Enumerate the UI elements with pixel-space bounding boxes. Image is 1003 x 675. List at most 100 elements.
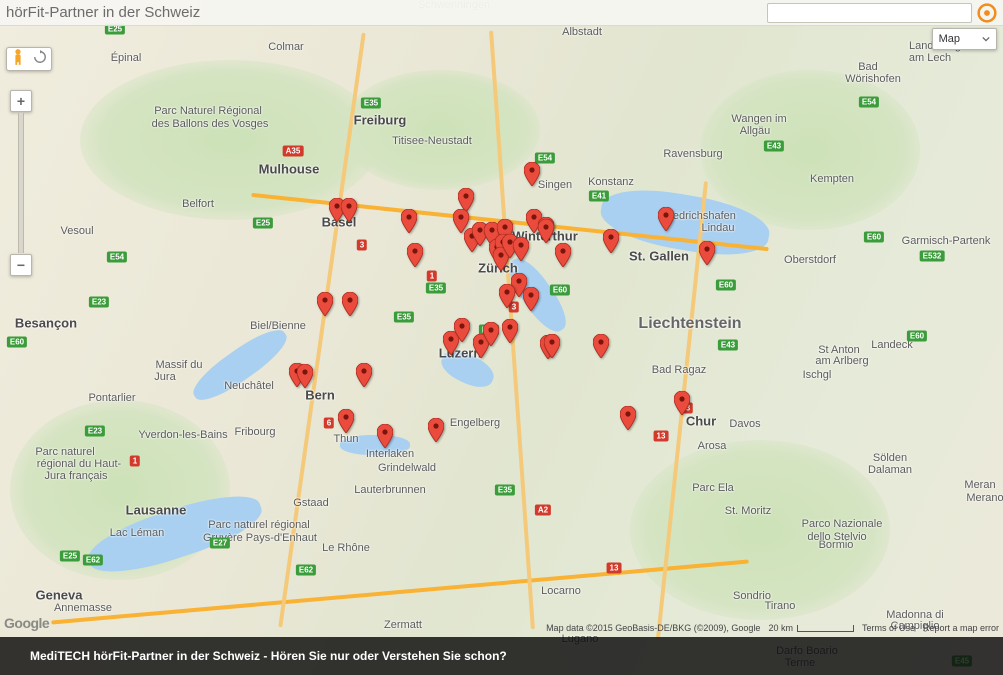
city-label: Lauterbrunnen [354,484,426,496]
map-marker[interactable] [620,406,636,430]
road-badge: E62 [83,555,103,566]
city-label: des Ballons des Vosges [152,118,269,130]
city-label: Mulhouse [259,162,320,177]
city-label: Bad Ragaz [652,364,706,376]
terms-link[interactable]: Terms of Use [862,623,915,633]
road-badge: 1 [427,271,437,282]
city-label: Meran [964,479,995,491]
city-label: Dalaman [868,464,912,476]
road-badge: E60 [907,331,927,342]
map-marker[interactable] [356,363,372,387]
city-label: Yverdon-les-Bains [138,429,227,441]
city-label: Vesoul [60,225,93,237]
city-label: St. Gallen [629,249,689,264]
map-marker[interactable] [342,292,358,316]
map-marker[interactable] [341,198,357,222]
zoom-slider[interactable] [18,113,24,253]
map-marker[interactable] [407,243,423,267]
map-marker[interactable] [317,292,333,316]
map-marker[interactable] [377,424,393,448]
road-badge: E62 [296,565,316,576]
chevron-down-icon [982,35,990,43]
map-marker[interactable] [401,209,417,233]
rotate-icon[interactable] [33,50,47,69]
road-badge: E60 [716,280,736,291]
map-marker[interactable] [555,243,571,267]
city-label: Fribourg [235,426,276,438]
zoom-out-button[interactable]: − [10,254,32,276]
brand-logo-icon[interactable] [977,3,997,23]
city-label: Wangen im [731,113,786,125]
city-label: Ravensburg [663,148,722,160]
city-label: Sölden [873,452,907,464]
city-label: Merano [966,492,1003,504]
city-label: am Arlberg [815,355,868,367]
city-label: Tirano [765,600,796,612]
city-label: Garmisch-Partenk [902,235,991,247]
city-label: Parco Nazionale [802,518,883,530]
city-label: Davos [729,418,760,430]
road-badge: E60 [7,337,27,348]
map-marker[interactable] [538,219,554,243]
city-label: Konstanz [588,176,634,188]
city-label: St. Moritz [725,505,771,517]
city-label: Titisee-Neustadt [392,135,472,147]
map-marker[interactable] [454,318,470,342]
map-marker[interactable] [502,319,518,343]
city-label: Annemasse [54,602,112,614]
city-label: Parc naturel régional [208,519,310,531]
map-marker[interactable] [428,418,444,442]
road-badge: 13 [607,563,622,574]
map-marker[interactable] [593,334,609,358]
city-label: Interlaken [366,448,414,460]
map-marker[interactable] [524,162,540,186]
footer-text: MediTECH hörFit-Partner in der Schweiz -… [30,649,507,663]
road-badge: E54 [107,252,127,263]
city-label: Albstadt [562,26,602,38]
city-label: Gstaad [293,497,328,509]
city-label: Belfort [182,198,214,210]
city-label: Pontarlier [88,392,135,404]
map-marker[interactable] [297,364,313,388]
road-badge: E35 [394,312,414,323]
city-label: Neuchâtel [224,380,274,392]
city-label: Bad [858,61,878,73]
map-marker[interactable] [513,237,529,261]
city-label: Parc naturel [35,446,94,458]
city-label: Locarno [541,585,581,597]
map-marker[interactable] [544,334,560,358]
zoom-in-button[interactable]: + [10,90,32,112]
road-badge: 6 [324,418,334,429]
road-badge: E54 [859,97,879,108]
city-label: Freiburg [354,113,407,128]
city-label: Parc Naturel Régional [154,105,262,117]
footer-bar: MediTECH hörFit-Partner in der Schweiz -… [0,637,1003,675]
scale-bar-icon [797,625,854,632]
city-label: Thun [333,433,358,445]
city-label: Arosa [698,440,727,452]
road-badge: E35 [361,98,381,109]
map-marker[interactable] [658,207,674,231]
city-label: Épinal [111,52,142,64]
search-input[interactable] [767,3,972,23]
map-marker[interactable] [499,284,515,308]
city-label: Biel/Bienne [250,320,306,332]
map-marker[interactable] [699,241,715,265]
road-badge: E43 [718,340,738,351]
road-badge: E532 [920,251,945,262]
map-marker[interactable] [523,287,539,311]
map-marker[interactable] [603,229,619,253]
pegman-icon[interactable] [11,48,25,71]
city-label: Le Rhône [322,542,370,554]
map-marker[interactable] [674,391,690,415]
map-marker[interactable] [338,409,354,433]
city-label: Besançon [15,316,77,331]
road-badge: E27 [210,538,230,549]
report-error-link[interactable]: Report a map error [923,623,999,633]
map-type-select[interactable]: Map [932,28,997,50]
attribution-bar: Map data ©2015 GeoBasis-DE/BKG (©2009), … [546,623,999,633]
page-title: hörFit-Partner in der Schweiz [6,4,200,21]
road-badge: E60 [864,232,884,243]
city-label: Jura [154,371,175,383]
map-marker[interactable] [483,322,499,346]
